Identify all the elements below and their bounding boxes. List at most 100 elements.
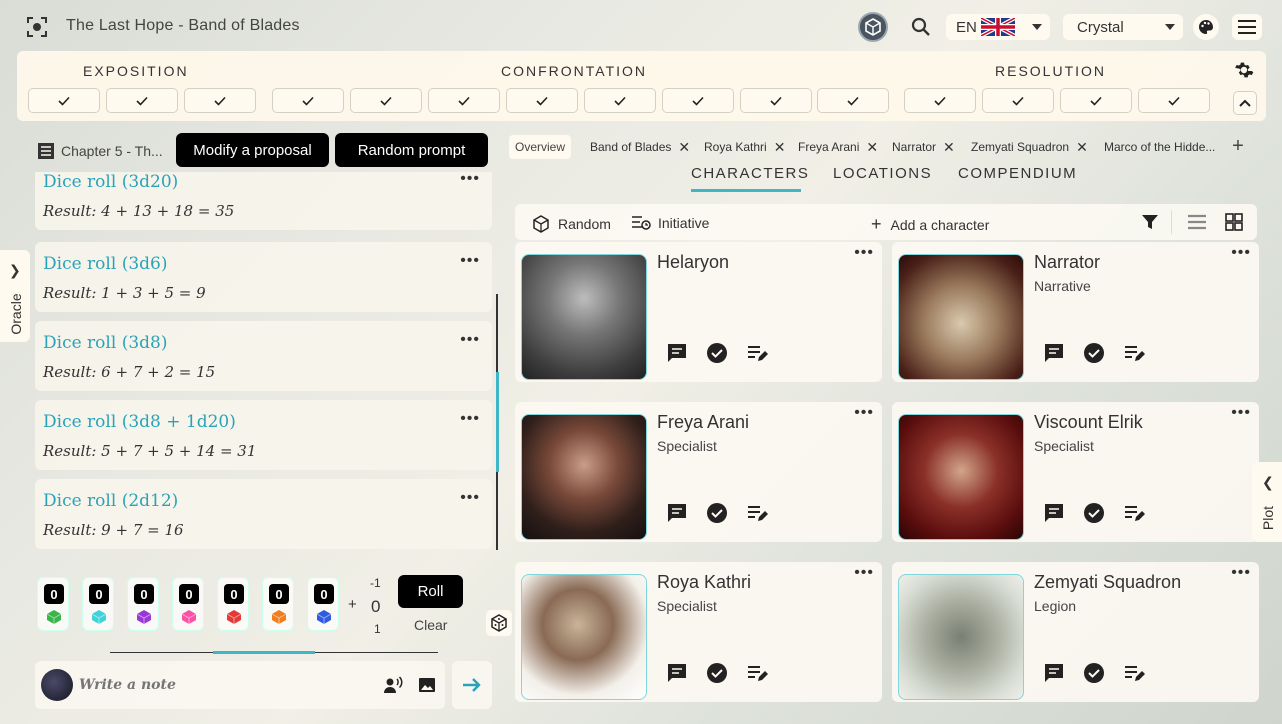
modifier-increase[interactable]: 1 — [374, 622, 381, 636]
act-step-checkbox[interactable] — [817, 88, 889, 113]
close-icon[interactable]: ✕ — [774, 139, 786, 156]
character-portrait[interactable] — [898, 414, 1024, 540]
character-portrait[interactable] — [521, 414, 647, 540]
character-card[interactable]: Zemyati Squadron Legion ••• — [892, 562, 1259, 702]
close-icon[interactable]: ✕ — [1076, 139, 1088, 156]
close-icon[interactable]: ✕ — [678, 139, 690, 156]
tab-compendium[interactable]: COMPENDIUM — [958, 165, 1077, 182]
character-portrait[interactable] — [898, 574, 1024, 700]
random-character-button[interactable]: Random — [531, 214, 611, 234]
character-card[interactable]: Narrator Narrative ••• — [892, 242, 1259, 382]
list-view-icon[interactable] — [1187, 213, 1207, 231]
act-step-checkbox[interactable] — [106, 88, 178, 113]
image-icon[interactable] — [417, 675, 437, 695]
more-options-icon[interactable]: ••• — [854, 244, 874, 262]
document-tab[interactable]: Narrator ✕ — [892, 135, 955, 159]
die-selector[interactable]: 0 — [82, 577, 114, 631]
more-options-icon[interactable]: ••• — [854, 404, 874, 422]
document-tab[interactable]: Zemyati Squadron ✕ — [971, 135, 1088, 159]
notes-edit-icon[interactable] — [746, 662, 768, 684]
close-icon[interactable]: ✕ — [943, 139, 955, 156]
document-tab[interactable]: Marco of the Hidde... — [1104, 135, 1215, 159]
document-tab[interactable]: Overview — [509, 135, 572, 159]
notes-edit-icon[interactable] — [1123, 662, 1145, 684]
act-step-checkbox[interactable] — [28, 88, 100, 113]
tab-locations[interactable]: LOCATIONS — [833, 165, 932, 182]
gear-icon[interactable] — [1233, 59, 1255, 81]
chat-icon[interactable] — [666, 502, 688, 524]
plot-side-tab[interactable]: ❮ Plot — [1252, 462, 1282, 542]
tab-characters[interactable]: CHARACTERS — [691, 165, 809, 182]
check-circle-icon[interactable] — [706, 502, 728, 524]
die-selector[interactable]: 0 — [307, 577, 339, 631]
character-portrait[interactable] — [521, 574, 647, 700]
notes-edit-icon[interactable] — [1123, 342, 1145, 364]
modifier-decrease[interactable]: -1 — [370, 576, 381, 590]
more-options-icon[interactable]: ••• — [460, 331, 480, 349]
more-options-icon[interactable]: ••• — [1231, 244, 1251, 262]
notes-edit-icon[interactable] — [746, 342, 768, 364]
more-options-icon[interactable]: ••• — [460, 172, 480, 188]
act-step-checkbox[interactable] — [904, 88, 976, 113]
random-prompt-button[interactable]: Random prompt — [335, 133, 488, 167]
die-selector[interactable]: 0 — [172, 577, 204, 631]
more-options-icon[interactable]: ••• — [1231, 564, 1251, 582]
chat-icon[interactable] — [1043, 662, 1065, 684]
clear-button[interactable]: Clear — [414, 617, 447, 633]
app-focus-icon[interactable] — [26, 16, 48, 38]
act-step-checkbox[interactable] — [272, 88, 344, 113]
roll-button[interactable]: Roll — [398, 575, 463, 608]
character-portrait[interactable] — [521, 254, 647, 380]
note-input[interactable] — [79, 677, 359, 693]
oracle-side-tab[interactable]: ❯ Oracle — [0, 250, 30, 342]
document-tab[interactable]: Band of Blades ✕ — [590, 135, 690, 159]
more-options-icon[interactable]: ••• — [1231, 404, 1251, 422]
act-step-checkbox[interactable] — [350, 88, 422, 113]
check-circle-icon[interactable] — [1083, 502, 1105, 524]
character-card[interactable]: Viscount Elrik Specialist ••• — [892, 402, 1259, 542]
dice-logo-icon[interactable] — [858, 12, 888, 42]
character-card[interactable]: Freya Arani Specialist ••• — [515, 402, 882, 542]
notes-edit-icon[interactable] — [1123, 502, 1145, 524]
modify-proposal-button[interactable]: Modify a proposal — [176, 133, 329, 167]
add-tab-button[interactable]: + — [1226, 134, 1250, 158]
die-selector[interactable]: 0 — [262, 577, 294, 631]
character-portrait[interactable] — [898, 254, 1024, 380]
act-step-checkbox[interactable] — [982, 88, 1054, 113]
dice-icon[interactable] — [486, 610, 512, 636]
notes-edit-icon[interactable] — [746, 502, 768, 524]
chevron-up-icon[interactable] — [1233, 91, 1257, 115]
check-circle-icon[interactable] — [706, 342, 728, 364]
character-card[interactable]: Roya Kathri Specialist ••• — [515, 562, 882, 702]
close-icon[interactable]: ✕ — [866, 139, 878, 156]
act-step-checkbox[interactable] — [1060, 88, 1132, 113]
document-tab[interactable]: Roya Kathri ✕ — [704, 135, 785, 159]
chat-icon[interactable] — [666, 342, 688, 364]
language-select[interactable]: EN — [946, 14, 1050, 40]
filter-icon[interactable] — [1141, 213, 1159, 231]
user-select[interactable]: Crystal — [1063, 14, 1183, 40]
check-circle-icon[interactable] — [1083, 342, 1105, 364]
search-icon[interactable] — [908, 14, 934, 40]
voice-icon[interactable] — [383, 675, 403, 695]
act-step-checkbox[interactable] — [662, 88, 734, 113]
log-scrollbar-thumb[interactable] — [496, 372, 499, 472]
act-step-checkbox[interactable] — [584, 88, 656, 113]
chat-icon[interactable] — [1043, 502, 1065, 524]
act-step-checkbox[interactable] — [506, 88, 578, 113]
send-icon[interactable] — [452, 661, 492, 709]
more-options-icon[interactable]: ••• — [460, 410, 480, 428]
grid-view-icon[interactable] — [1225, 213, 1243, 231]
character-card[interactable]: Helaryon ••• — [515, 242, 882, 382]
chat-icon[interactable] — [666, 662, 688, 684]
initiative-button[interactable]: Initiative — [631, 214, 709, 232]
document-tab[interactable]: Freya Arani ✕ — [798, 135, 878, 159]
die-selector[interactable]: 0 — [37, 577, 69, 631]
check-circle-icon[interactable] — [1083, 662, 1105, 684]
more-options-icon[interactable]: ••• — [460, 489, 480, 507]
check-circle-icon[interactable] — [706, 662, 728, 684]
act-step-checkbox[interactable] — [184, 88, 256, 113]
die-selector[interactable]: 0 — [217, 577, 249, 631]
more-options-icon[interactable]: ••• — [854, 564, 874, 582]
act-step-checkbox[interactable] — [740, 88, 812, 113]
